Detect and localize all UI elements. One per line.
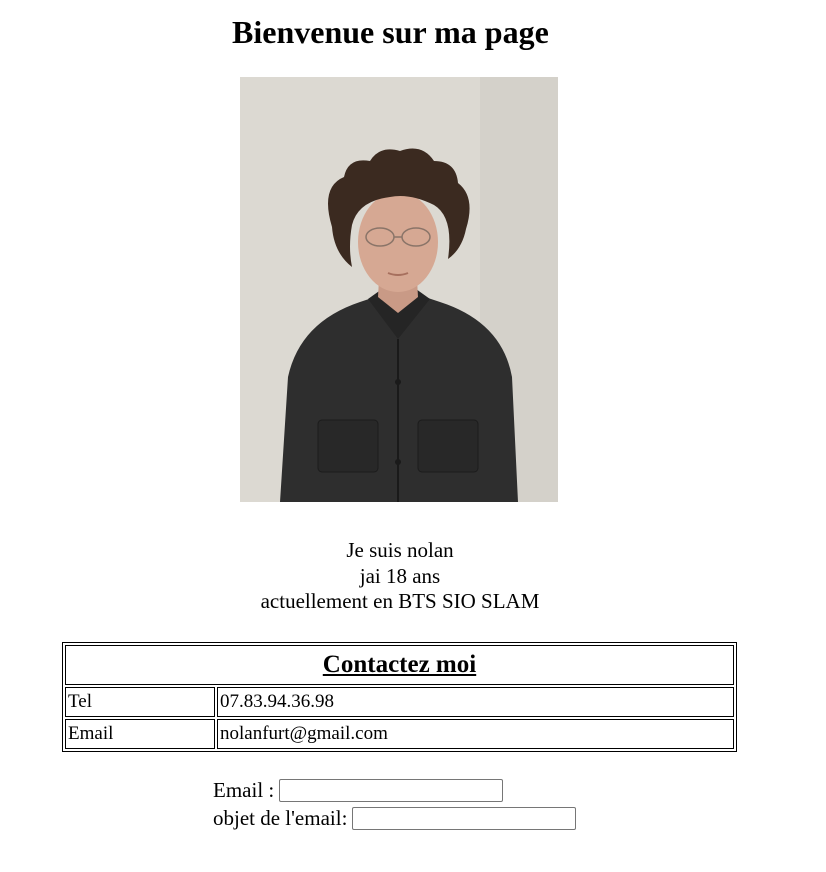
intro-line-age: jai 18 ans <box>359 563 441 588</box>
intro-line-study: actuellement en BTS SIO SLAM <box>260 589 540 613</box>
contact-form: Email : objet de l'email: <box>213 776 577 832</box>
profile-photo <box>240 77 558 502</box>
tel-label: Tel <box>65 687 215 717</box>
email-field[interactable] <box>279 778 504 802</box>
email-label: Email <box>65 719 215 749</box>
email-field-label: Email : <box>213 777 275 802</box>
contact-heading: Contactez moi <box>65 645 734 685</box>
table-row: Email nolanfurt@gmail.com <box>65 719 734 749</box>
page: Bienvenue sur ma page Je suis nolan jai … <box>0 0 826 872</box>
email-form-row: Email : <box>213 776 576 804</box>
contact-table: Contactez moi Tel 07.83.94.36.98 Email n… <box>62 642 737 752</box>
tel-value: 07.83.94.36.98 <box>217 687 734 717</box>
page-title: Bienvenue sur ma page <box>232 14 549 50</box>
intro-text: Je suis nolan jai 18 ans actuellement en… <box>0 538 800 615</box>
email-value: nolanfurt@gmail.com <box>217 719 734 749</box>
contact-heading-row: Contactez moi <box>65 645 734 685</box>
subject-field[interactable] <box>352 806 577 830</box>
portrait-image <box>240 77 558 502</box>
table-row: Tel 07.83.94.36.98 <box>65 687 734 717</box>
intro-line-name: Je suis nolan <box>346 538 454 562</box>
subject-form-row: objet de l'email: <box>213 804 577 832</box>
subject-field-label: objet de l'email: <box>213 805 348 830</box>
